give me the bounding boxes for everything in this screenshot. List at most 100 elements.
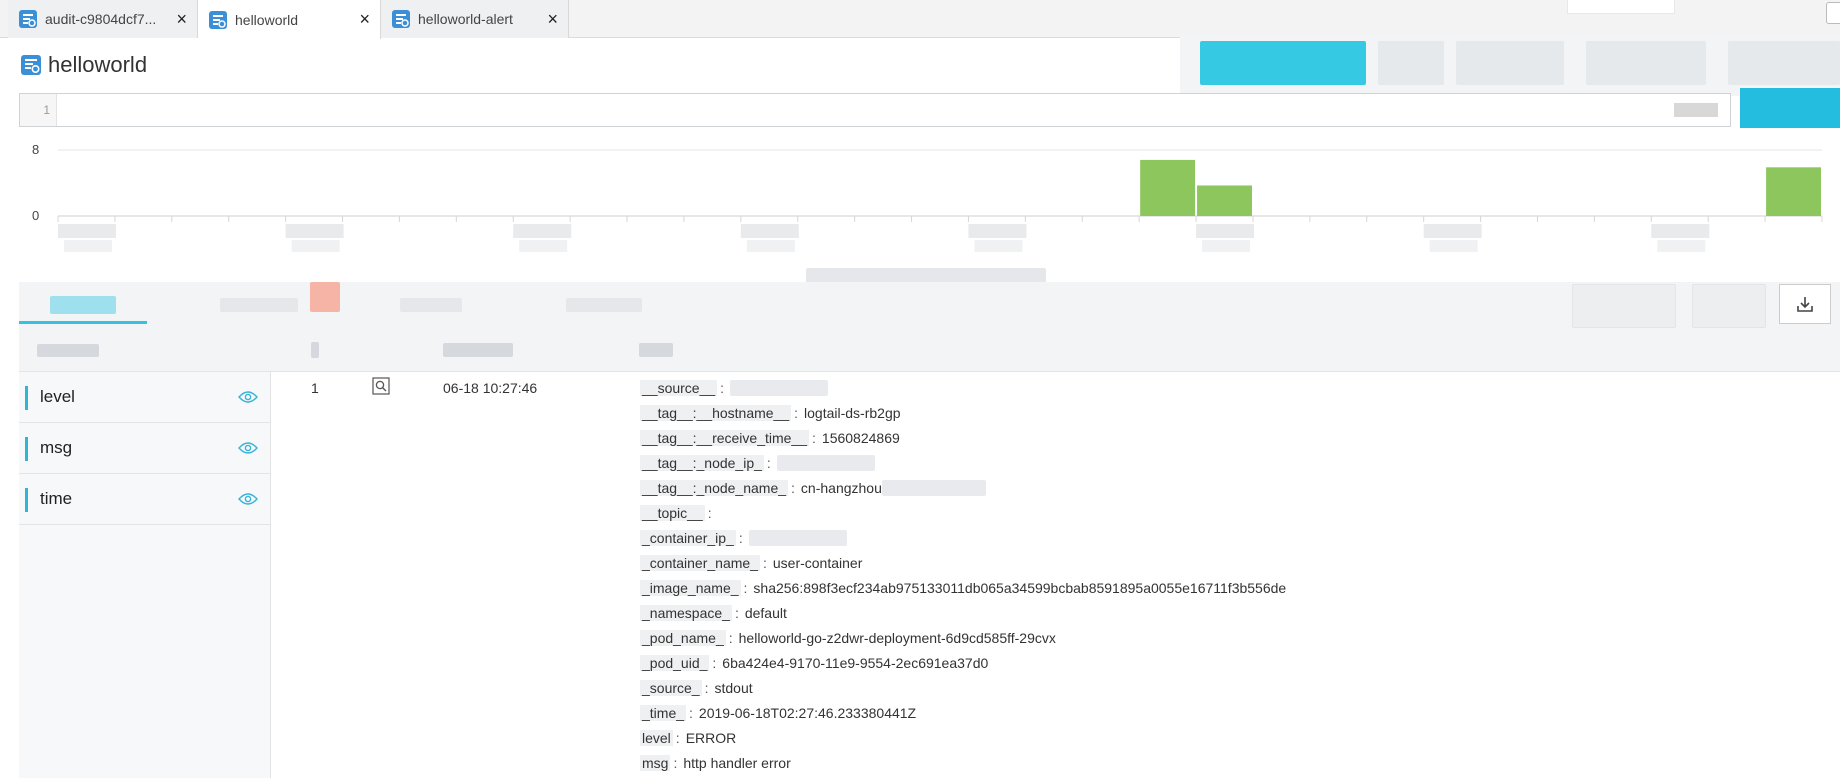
log-field-key[interactable]: _container_name_ [640,555,760,571]
logstore-icon [392,10,410,28]
log-field-value[interactable]: 6ba424e4-9170-11e9-9554-2ec691ea37d0 [722,655,988,671]
log-field-key[interactable]: __topic__ [640,505,705,521]
tab-graph[interactable] [400,298,462,312]
field-item-level[interactable]: level [19,372,270,423]
time-preset-button[interactable] [1378,41,1444,85]
eye-icon[interactable] [238,441,258,455]
log-field-value[interactable]: cn-hangzhou [801,480,882,496]
separator: : [704,680,709,696]
x-tick-label [1651,224,1710,238]
toolbar-button[interactable] [1692,284,1766,328]
top-right-control[interactable] [1826,2,1840,24]
log-field-key[interactable]: _pod_uid_ [640,655,710,671]
tab-label: audit-c9804dcf7... [45,11,157,27]
log-field-value[interactable]: default [745,605,787,621]
tab-raw-logs[interactable] [50,296,116,314]
log-field-value[interactable]: ERROR [686,730,737,746]
log-field-key[interactable]: msg [640,755,671,771]
x-tick-label [1196,224,1255,238]
log-field-key[interactable]: _namespace_ [640,605,732,621]
histogram-bar[interactable] [1197,185,1252,216]
log-field-value[interactable]: 1560824869 [822,430,900,446]
line-number: 1 [20,94,57,126]
new-badge [310,282,340,312]
column-header[interactable] [443,343,513,357]
x-tick-label [746,240,795,252]
page-title: helloworld [20,52,147,78]
close-icon[interactable]: × [547,10,558,28]
redacted-value [730,380,829,396]
log-field-key[interactable]: _source_ [640,680,702,696]
log-field-value[interactable]: sha256:898f3ecf234ab975133011db065a34599… [753,580,1286,596]
close-icon[interactable]: × [176,10,187,28]
x-tick-label [1657,240,1706,252]
log-field-key[interactable]: __tag__:_node_name_ [640,480,789,496]
x-tick-label [968,224,1027,238]
separator: : [766,455,771,471]
log-field-key[interactable]: _pod_name_ [640,630,726,646]
log-field-value[interactable]: 2019-06-18T02:27:46.233380441Z [699,705,916,721]
log-field-value[interactable]: http handler error [683,755,790,771]
logstore-icon [19,10,37,28]
log-time: 06-18 10:27:46 [443,380,538,396]
x-tick-label [64,240,112,252]
x-tick-label [974,240,1023,252]
log-field-value[interactable]: helloworld-go-z2dwr-deployment-6d9cd585f… [739,630,1056,646]
table-header [19,330,1840,372]
search-button[interactable] [1740,88,1840,128]
tab-helloworld-alert[interactable]: helloworld-alert × [381,0,569,38]
time-preset-button[interactable] [1586,41,1706,85]
query-option[interactable] [1674,103,1718,117]
tab-label: helloworld [235,11,299,28]
time-preset-button[interactable] [1456,41,1564,85]
log-field-key[interactable]: __source__ [640,380,718,396]
time-range-button[interactable] [1200,41,1366,85]
field-item-time[interactable]: time [19,474,270,525]
log-field-key[interactable]: __tag__:__receive_time__ [640,430,810,446]
column-header [37,344,99,357]
query-editor[interactable]: 1 [19,93,1731,127]
separator: : [712,655,717,671]
tab-log-clustering[interactable] [220,298,298,312]
log-field-value[interactable]: stdout [714,680,752,696]
close-icon[interactable]: × [359,10,370,28]
tab-audit[interactable]: audit-c9804dcf7... × [8,0,198,38]
log-field-row: __source__: [640,378,829,398]
histogram-bar[interactable] [1140,159,1196,216]
log-field-row: _pod_name_: helloworld-go-z2dwr-deploymen… [640,628,1056,648]
log-field-row: level: ERROR [640,728,736,748]
histogram-bar[interactable] [1766,167,1821,216]
separator: : [762,555,767,571]
log-field-key[interactable]: __tag__:__hostname__ [640,405,792,421]
download-icon [1797,297,1813,312]
field-name: time [40,489,73,508]
eye-icon[interactable] [238,492,258,506]
tab-other[interactable] [566,298,642,312]
log-field-row: _source_: stdout [640,678,753,698]
log-field-value[interactable]: user-container [773,555,863,571]
eye-icon[interactable] [238,390,258,404]
download-button[interactable] [1779,284,1831,324]
log-field-row: msg: http handler error [640,753,791,773]
log-field-value[interactable]: logtail-ds-rb2gp [804,405,901,421]
separator: : [743,580,748,596]
log-field-key[interactable]: level [640,730,673,746]
active-tab-underline [19,321,147,324]
help-box[interactable] [1567,0,1675,14]
field-item-msg[interactable]: msg [19,423,270,474]
time-preset-button[interactable] [1728,41,1840,85]
tab-bar: audit-c9804dcf7... × helloworld × hellow… [0,0,1840,39]
tab-helloworld[interactable]: helloworld × [198,0,381,39]
log-field-row: __topic__: [640,503,718,523]
context-view-icon[interactable] [372,377,390,395]
histogram-time-label [806,268,1046,283]
separator: : [794,405,799,421]
column-header [639,343,673,357]
log-field-key[interactable]: _image_name_ [640,580,741,596]
logstore-icon [209,10,227,29]
log-field-key[interactable]: __tag__:_node_ip_ [640,455,764,471]
log-field-key[interactable]: _time_ [640,705,687,721]
field-marker [25,386,28,410]
log-field-key[interactable]: _container_ip_ [640,530,736,546]
toolbar-button[interactable] [1572,284,1676,328]
